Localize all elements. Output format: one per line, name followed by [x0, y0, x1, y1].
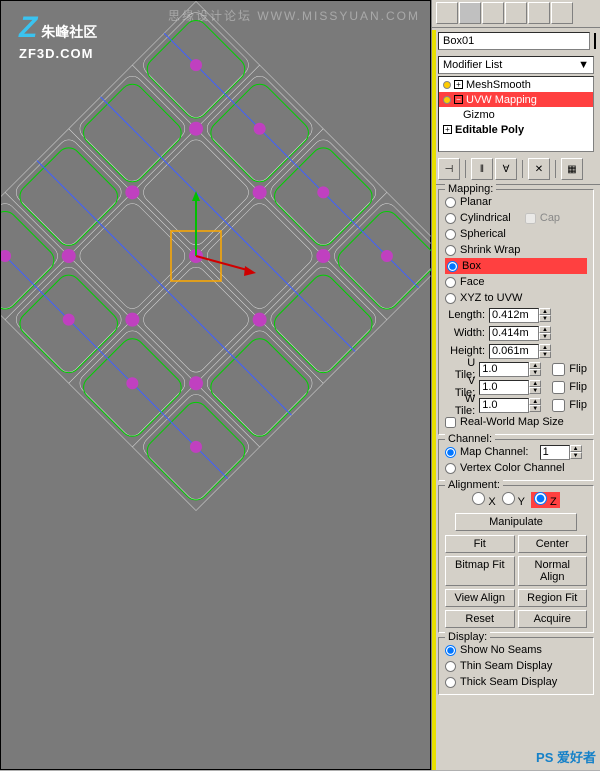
wflip-checkbox[interactable]: [552, 399, 565, 412]
modifier-list-dropdown[interactable]: Modifier List ▼: [438, 56, 594, 74]
length-label: Length:: [445, 309, 485, 321]
region-fit-button[interactable]: Region Fit: [518, 589, 588, 607]
object-name-input[interactable]: [438, 32, 590, 50]
utile-input[interactable]: [479, 362, 529, 377]
show-no-seams[interactable]: Show No Seams: [445, 642, 587, 658]
minus-icon[interactable]: −: [454, 95, 463, 104]
display-rollout: Display: Show No Seams Thin Seam Display…: [438, 637, 594, 695]
height-input[interactable]: [489, 344, 539, 359]
bitmap-fit-button[interactable]: Bitmap Fit: [445, 556, 515, 586]
tab-create[interactable]: [436, 2, 458, 24]
tab-display[interactable]: [528, 2, 550, 24]
wtile-label: W Tile:: [445, 393, 475, 417]
mapping-xyz[interactable]: XYZ to UVW: [445, 290, 587, 306]
make-unique-button[interactable]: ∀: [495, 158, 517, 180]
height-label: Height:: [445, 345, 485, 357]
wtile-input[interactable]: [479, 398, 529, 413]
acquire-button[interactable]: Acquire: [518, 610, 588, 628]
tab-utilities[interactable]: [551, 2, 573, 24]
command-panel: Modifier List ▼ +MeshSmooth −UVW Mapping…: [431, 0, 600, 770]
align-z[interactable]: Z: [531, 492, 560, 508]
viewport[interactable]: Z 朱峰社区 ZF3D.COM 思缘设计论坛 WWW.MISSYUAN.COM: [0, 0, 431, 770]
bulb-icon: [443, 81, 451, 89]
width-label: Width:: [445, 327, 485, 339]
object-color-swatch[interactable]: [594, 33, 596, 49]
stack-toolbar: ⊣ ‖ ∀ ✕ ▦: [432, 154, 600, 185]
mapping-spherical[interactable]: Spherical: [445, 226, 587, 242]
center-button[interactable]: Center: [518, 535, 588, 553]
mapping-shrinkwrap[interactable]: Shrink Wrap: [445, 242, 587, 258]
mapping-planar[interactable]: Planar: [445, 194, 587, 210]
cap-checkbox[interactable]: [525, 213, 536, 224]
axis-x: [196, 256, 251, 271]
spin-up[interactable]: ▲: [539, 308, 551, 315]
uflip-checkbox[interactable]: [552, 363, 565, 376]
reset-button[interactable]: Reset: [445, 610, 515, 628]
channel-title: Channel:: [445, 433, 495, 445]
pin-stack-button[interactable]: ⊣: [438, 158, 460, 180]
bottom-watermark: PS 爱好者: [536, 747, 596, 766]
show-end-result-button[interactable]: ‖: [471, 158, 493, 180]
mapping-box[interactable]: Box: [445, 258, 587, 274]
chevron-down-icon: ▼: [578, 59, 589, 71]
vflip-checkbox[interactable]: [552, 381, 565, 394]
mapping-rollout: Mapping: Planar Cylindrical Cap Spherica…: [438, 189, 594, 435]
spin-down[interactable]: ▼: [539, 315, 551, 322]
thick-seam[interactable]: Thick Seam Display: [445, 674, 587, 690]
mod-meshsmooth[interactable]: +MeshSmooth: [439, 77, 593, 92]
normal-align-button[interactable]: Normal Align: [518, 556, 588, 586]
realworld-checkbox[interactable]: [445, 417, 456, 428]
thin-seam[interactable]: Thin Seam Display: [445, 658, 587, 674]
fit-button[interactable]: Fit: [445, 535, 515, 553]
vtile-input[interactable]: [479, 380, 529, 395]
alignment-rollout: Alignment: X Y Z Manipulate Fit Center B…: [438, 485, 594, 633]
view-align-button[interactable]: View Align: [445, 589, 515, 607]
tab-motion[interactable]: [505, 2, 527, 24]
mod-uvw-mapping[interactable]: −UVW Mapping: [439, 92, 593, 107]
wireframe-mesh: [1, 1, 432, 771]
map-channel-input[interactable]: [540, 445, 570, 460]
width-input[interactable]: [489, 326, 539, 341]
align-x[interactable]: X: [472, 492, 495, 508]
modifier-stack[interactable]: +MeshSmooth −UVW Mapping Gizmo +Editable…: [438, 76, 594, 152]
remove-modifier-button[interactable]: ✕: [528, 158, 550, 180]
mod-gizmo[interactable]: Gizmo: [439, 107, 593, 122]
map-channel-row[interactable]: Map Channel: ▲▼: [445, 444, 587, 460]
mapping-cylindrical[interactable]: Cylindrical Cap: [445, 210, 587, 226]
length-input[interactable]: [489, 308, 539, 323]
align-y[interactable]: Y: [502, 492, 525, 508]
tab-hierarchy[interactable]: [482, 2, 504, 24]
display-title: Display:: [445, 631, 490, 643]
vertex-color-row[interactable]: Vertex Color Channel: [445, 460, 587, 476]
configure-sets-button[interactable]: ▦: [561, 158, 583, 180]
realworld-row[interactable]: Real-World Map Size: [445, 414, 587, 430]
panel-tabs: [432, 0, 600, 28]
bulb-icon: [443, 96, 451, 104]
alignment-title: Alignment:: [445, 479, 503, 491]
yellow-strip: [432, 30, 436, 770]
channel-rollout: Channel: Map Channel: ▲▼ Vertex Color Ch…: [438, 439, 594, 481]
plus-icon[interactable]: +: [443, 125, 452, 134]
plus-icon[interactable]: +: [454, 80, 463, 89]
mapping-face[interactable]: Face: [445, 274, 587, 290]
manipulate-button[interactable]: Manipulate: [455, 513, 577, 531]
modifier-list-label: Modifier List: [443, 59, 502, 71]
mapping-title: Mapping:: [445, 183, 496, 195]
tab-modify[interactable]: [459, 2, 481, 24]
mod-editable-poly[interactable]: +Editable Poly: [439, 122, 593, 137]
